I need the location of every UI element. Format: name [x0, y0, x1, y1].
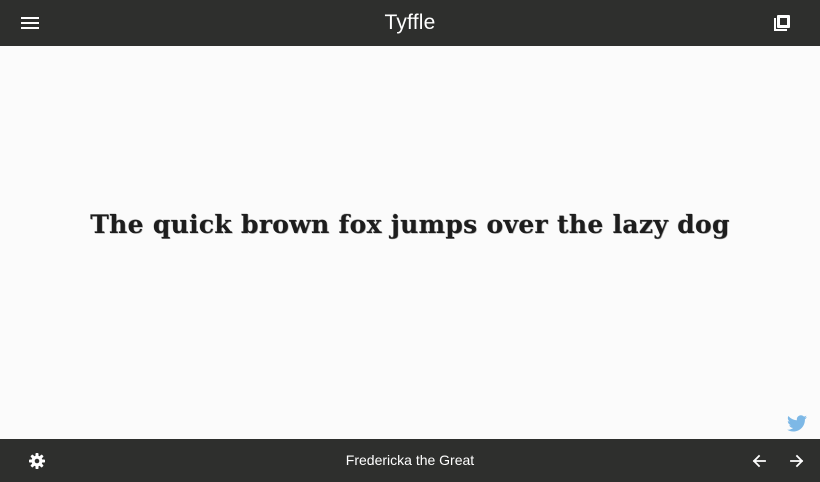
top-app-bar: Tyffle [0, 0, 820, 46]
collection-button[interactable] [768, 11, 796, 35]
collection-icon [774, 15, 790, 31]
tweet-button[interactable] [786, 413, 808, 433]
arrow-right-icon [790, 454, 804, 468]
previous-font-button[interactable] [748, 450, 770, 472]
font-name-label: Fredericka the Great [345, 452, 475, 468]
app-title: Tyffle [384, 11, 436, 34]
font-preview-area: The quick brown fox jumps over the lazy … [0, 46, 820, 439]
next-font-button[interactable] [786, 450, 808, 472]
sample-text: The quick brown fox jumps over the lazy … [90, 210, 730, 239]
arrow-left-icon [752, 454, 766, 468]
twitter-icon [787, 414, 807, 431]
bottom-bar: Fredericka the Great [0, 439, 820, 482]
